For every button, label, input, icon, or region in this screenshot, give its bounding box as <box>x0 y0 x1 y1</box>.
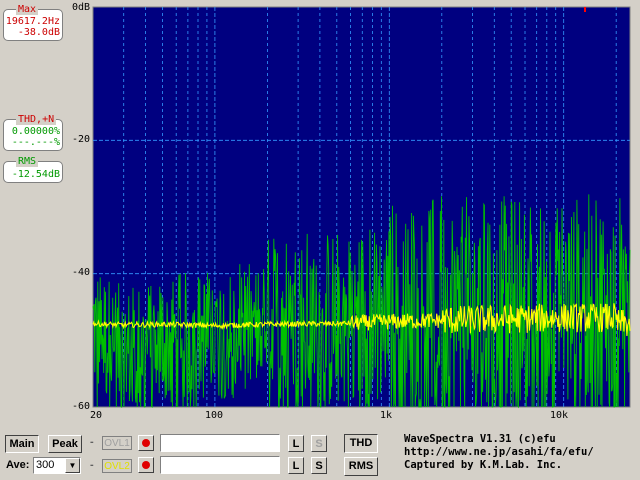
ovl2-dash: - <box>90 459 94 471</box>
ave-dropdown-button[interactable]: ▼ <box>65 458 80 473</box>
x-tick-20: 20 <box>90 410 103 421</box>
ovl2-indicator: OVL2 <box>102 459 132 473</box>
credits: WaveSpectra V1.31 (c)efu http://www.ne.j… <box>404 433 594 472</box>
ch2-level-field[interactable] <box>160 456 280 474</box>
thd-button[interactable]: THD <box>344 434 378 453</box>
max-marker <box>584 7 586 12</box>
record-icon <box>142 439 150 447</box>
spectrum-plot <box>92 6 631 409</box>
credits-line-3: Captured by K.M.Lab. Inc. <box>404 459 563 471</box>
record-ch2-button[interactable] <box>138 457 154 473</box>
record-icon <box>142 461 150 469</box>
peak-button[interactable]: Peak <box>48 435 82 453</box>
main-button[interactable]: Main <box>5 435 39 453</box>
x-tick-10k: 10k <box>550 410 569 421</box>
credits-line-2: http://www.ne.jp/asahi/fa/efu/ <box>404 446 594 458</box>
s-button-2[interactable]: S <box>311 457 327 474</box>
ch1-level-field[interactable] <box>160 434 280 452</box>
x-tick-100: 100 <box>205 410 224 421</box>
record-ch1-button[interactable] <box>138 435 154 451</box>
credits-line-1: WaveSpectra V1.31 (c)efu <box>404 433 556 445</box>
s-button-1[interactable]: S <box>311 435 327 452</box>
ave-value: 300 <box>36 459 55 471</box>
ovl1-dash: - <box>90 436 94 448</box>
ave-select[interactable]: 300 ▼ <box>33 457 81 474</box>
l-button-1[interactable]: L <box>288 435 304 452</box>
x-tick-1k: 1k <box>380 410 393 421</box>
ave-label: Ave: <box>6 459 30 471</box>
l-button-2[interactable]: L <box>288 457 304 474</box>
rms-button[interactable]: RMS <box>344 457 378 476</box>
ovl1-indicator: OVL1 <box>102 436 132 450</box>
